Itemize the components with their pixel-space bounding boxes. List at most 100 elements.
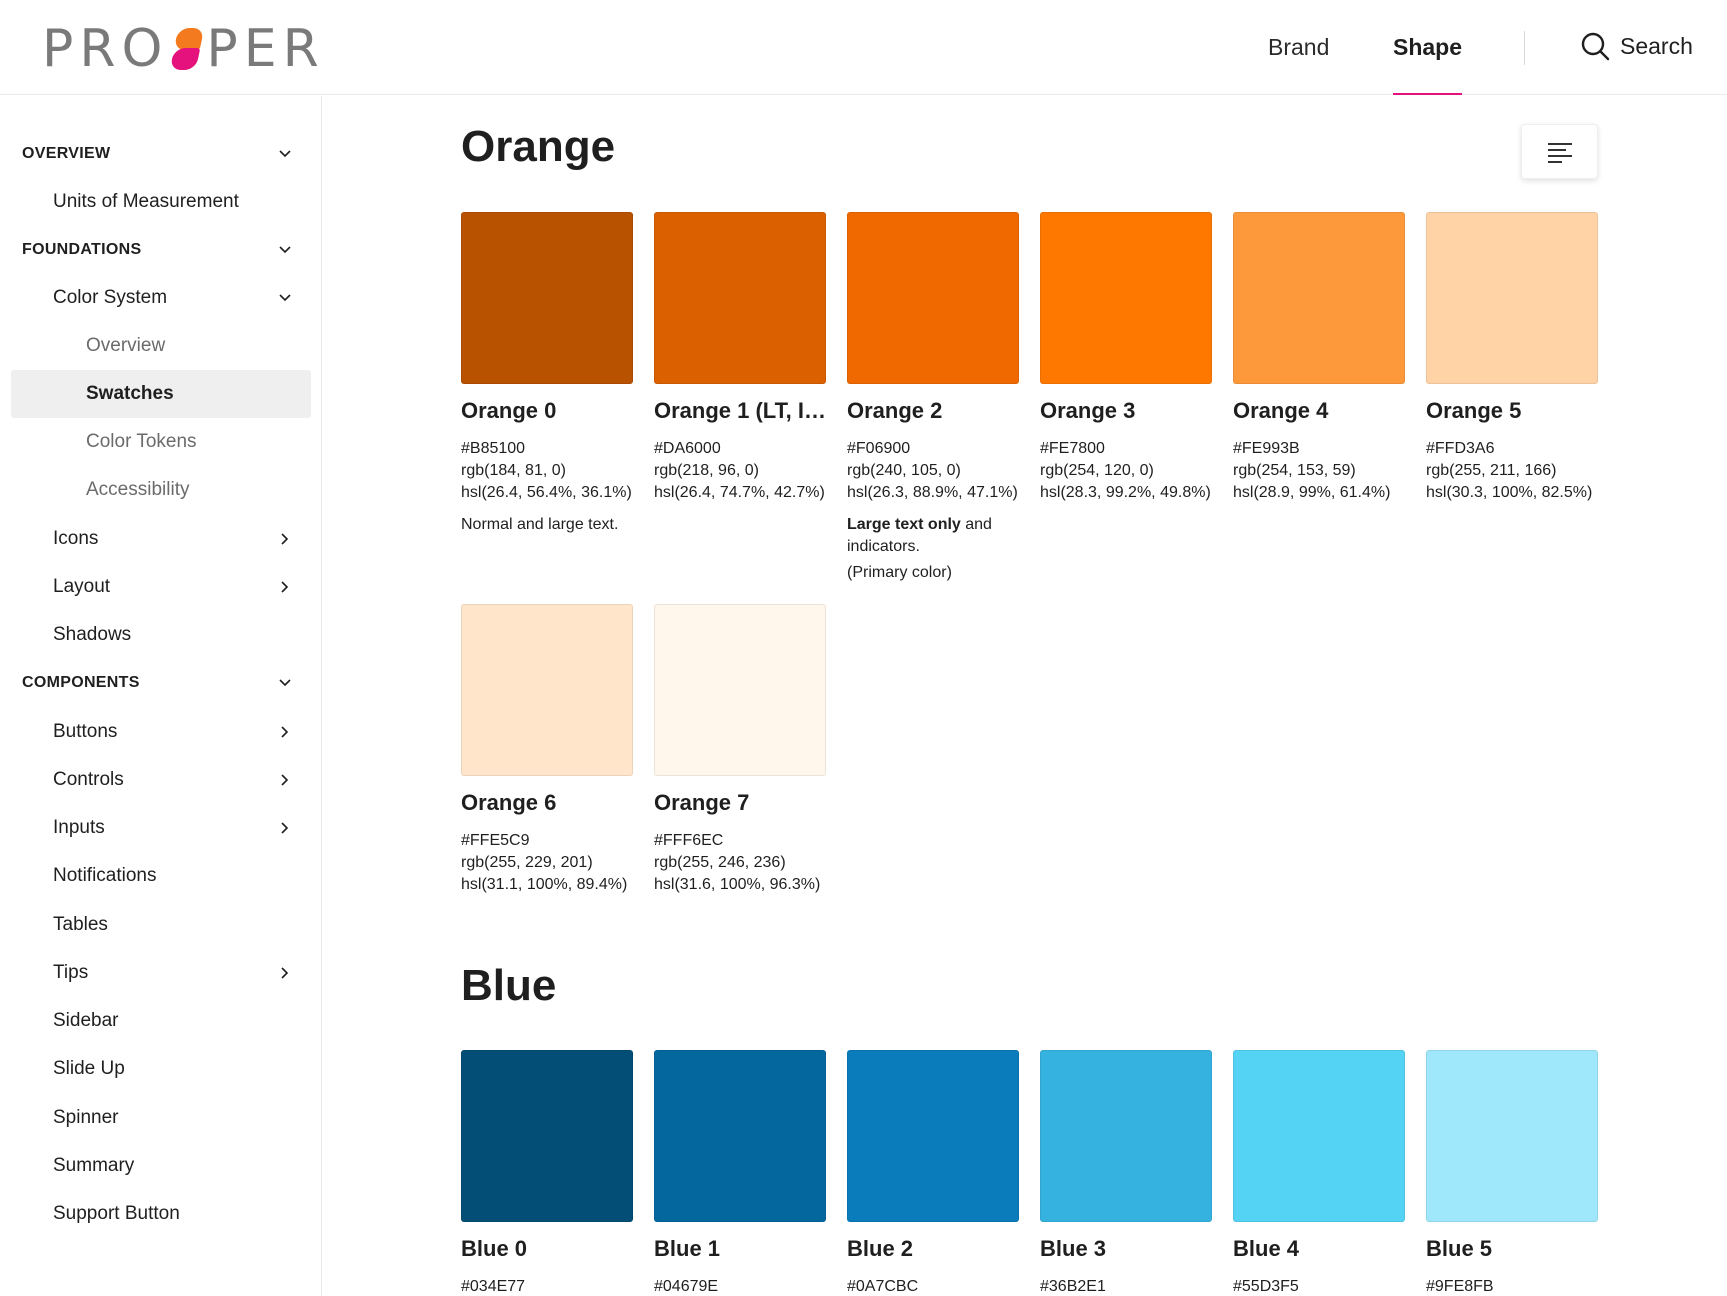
sidebar-item-slide-up[interactable]: Slide Up — [11, 1045, 311, 1093]
sidebar-item-layout[interactable]: Layout — [11, 563, 311, 611]
sidebar-item-label: Spinner — [53, 1107, 119, 1128]
sidebar-item-spinner[interactable]: Spinner — [11, 1094, 311, 1142]
sidebar-item-label: Icons — [53, 528, 99, 549]
logo-text-right: PER — [206, 19, 325, 79]
chevron-right-icon — [281, 967, 289, 979]
swatch-hex: #9FE8FB — [1426, 1278, 1494, 1295]
swatch-blue-0: Blue 0 #034E77 — [461, 1050, 633, 1296]
sidebar-item-icons[interactable]: Icons — [11, 515, 311, 563]
sidebar-section-label: COMPONENTS — [22, 674, 140, 691]
swatch-blue-4: Blue 4 #55D3F5 — [1233, 1050, 1405, 1296]
swatch-hex: #FFD3A6 — [1426, 440, 1495, 457]
sidebar-item-support-button[interactable]: Support Button — [11, 1190, 311, 1238]
swatch-hex: #FE7800 — [1040, 440, 1105, 457]
sidebar-item-swatches[interactable]: Swatches — [11, 370, 311, 418]
swatch-rgb: rgb(255, 229, 201) — [461, 854, 593, 871]
swatch-blue-1: Blue 1 #04679E — [654, 1050, 826, 1296]
sidebar-item-buttons[interactable]: Buttons — [11, 708, 311, 756]
nav-brand[interactable]: Brand — [1268, 0, 1329, 95]
color-chip — [847, 1050, 1019, 1222]
swatch-rgb: rgb(240, 105, 0) — [847, 462, 961, 479]
swatch-orange-2: Orange 2 #F06900 rgb(240, 105, 0) hsl(26… — [847, 212, 1019, 584]
swatch-hex: #FFF6EC — [654, 832, 724, 849]
swatch-name: Blue 0 — [461, 1236, 528, 1261]
swatch-rgb: rgb(255, 246, 236) — [654, 854, 786, 871]
sidebar-item-label: Controls — [53, 769, 124, 790]
swatch-hex: #B85100 — [461, 440, 526, 457]
sidebar-item-label: Color Tokens — [86, 431, 197, 452]
swatch-hex: #36B2E1 — [1040, 1278, 1106, 1295]
swatch-name: Blue 5 — [1426, 1236, 1493, 1261]
swatch-hex: #0A7CBC — [847, 1278, 919, 1295]
swatch-hsl: hsl(30.3, 100%, 82.5%) — [1426, 484, 1593, 501]
color-chip — [654, 1050, 826, 1222]
sidebar-item-summary[interactable]: Summary — [11, 1142, 311, 1190]
swatch-name: Orange 1 (LT, IMAGES) — [654, 398, 826, 423]
sidebar-item-inputs[interactable]: Inputs — [11, 804, 311, 852]
sidebar-section-label: OVERVIEW — [22, 145, 111, 162]
color-chip — [654, 604, 826, 776]
sidebar-item-tips[interactable]: Tips — [11, 949, 311, 997]
swatch-hex: #DA6000 — [654, 440, 721, 457]
swatch-orange-0: Orange 0 #B85100 rgb(184, 81, 0) hsl(26.… — [461, 212, 633, 536]
sidebar-item-cs-overview[interactable]: Overview — [11, 322, 311, 370]
sidebar-section-components[interactable]: COMPONENTS — [11, 659, 311, 707]
swatch-blue-2: Blue 2 #0A7CBC — [847, 1050, 1019, 1296]
swatch-blue-3: Blue 3 #36B2E1 — [1040, 1050, 1212, 1296]
sidebar-item-label: Sidebar — [53, 1010, 119, 1031]
sidebar-item-label: Shadows — [53, 624, 132, 645]
color-chip — [1426, 1050, 1598, 1222]
sidebar-item-label: Support Button — [53, 1203, 180, 1224]
sidebar-item-units[interactable]: Units of Measurement — [11, 178, 311, 226]
chevron-right-icon — [281, 822, 289, 834]
color-chip — [461, 212, 633, 384]
swatch-hex: #55D3F5 — [1233, 1278, 1299, 1295]
sidebar-item-color-tokens[interactable]: Color Tokens — [11, 418, 311, 466]
swatch-rgb: rgb(254, 153, 59) — [1233, 462, 1356, 479]
sidebar-item-controls[interactable]: Controls — [11, 756, 311, 804]
swatch-hsl: hsl(26.4, 74.7%, 42.7%) — [654, 484, 825, 501]
chevron-down-icon — [279, 294, 291, 302]
sidebar-item-color-system[interactable]: Color System — [11, 274, 311, 322]
swatch-hsl: hsl(28.3, 99.2%, 49.8%) — [1040, 484, 1211, 501]
sidebar-section-label: FOUNDATIONS — [22, 241, 142, 258]
sidebar-section-overview[interactable]: OVERVIEW — [11, 130, 311, 178]
swatch-hsl: hsl(26.3, 88.9%, 47.1%) — [847, 484, 1018, 501]
chevron-right-icon — [281, 533, 289, 545]
swatch-rgb: rgb(255, 211, 166) — [1426, 462, 1557, 479]
sidebar-item-label: Color System — [53, 287, 168, 308]
color-chip — [461, 1050, 633, 1222]
table-of-contents-button[interactable] — [1521, 124, 1598, 179]
sidebar-item-sidebar[interactable]: Sidebar — [11, 997, 311, 1045]
logo-text-left: PRO — [42, 19, 169, 79]
section-title-orange: Orange — [461, 122, 616, 171]
chevron-down-icon — [279, 246, 291, 254]
sidebar-item-accessibility[interactable]: Accessibility — [11, 466, 311, 514]
swatch-primary-note: (Primary color) — [847, 564, 952, 581]
nav-shape[interactable]: Shape — [1393, 0, 1463, 95]
color-chip — [1233, 212, 1405, 384]
swatch-name: Orange 0 — [461, 398, 557, 423]
sidebar-item-shadows[interactable]: Shadows — [11, 611, 311, 659]
swatch-rgb: rgb(254, 120, 0) — [1040, 462, 1154, 479]
swatch-orange-3: Orange 3 #FE7800 rgb(254, 120, 0) hsl(28… — [1040, 212, 1212, 504]
swatch-name: Orange 3 — [1040, 398, 1136, 423]
prosper-logo[interactable]: PRO PER — [42, 19, 325, 79]
search-button[interactable]: Search — [1580, 0, 1693, 92]
swatch-name: Blue 4 — [1233, 1236, 1300, 1261]
sidebar-item-label: Tables — [53, 914, 108, 935]
sidebar-item-label: Notifications — [53, 865, 157, 886]
sidebar-section-foundations[interactable]: FOUNDATIONS — [11, 226, 311, 274]
sidebar-item-label: Buttons — [53, 721, 118, 742]
swatch-hsl: hsl(31.6, 100%, 96.3%) — [654, 876, 821, 893]
sidebar-item-tables[interactable]: Tables — [11, 901, 311, 949]
color-chip — [461, 604, 633, 776]
sidebar-item-notifications[interactable]: Notifications — [11, 852, 311, 900]
chevron-right-icon — [281, 726, 289, 738]
sidebar-nav: OVERVIEW Units of Measurement FOUNDATION… — [0, 96, 322, 1296]
swatch-blue-5: Blue 5 #9FE8FB — [1426, 1050, 1598, 1296]
swatch-name: Blue 3 — [1040, 1236, 1107, 1261]
sidebar-item-label: Inputs — [53, 817, 105, 838]
chevron-down-icon — [279, 150, 291, 158]
color-chip — [1040, 212, 1212, 384]
